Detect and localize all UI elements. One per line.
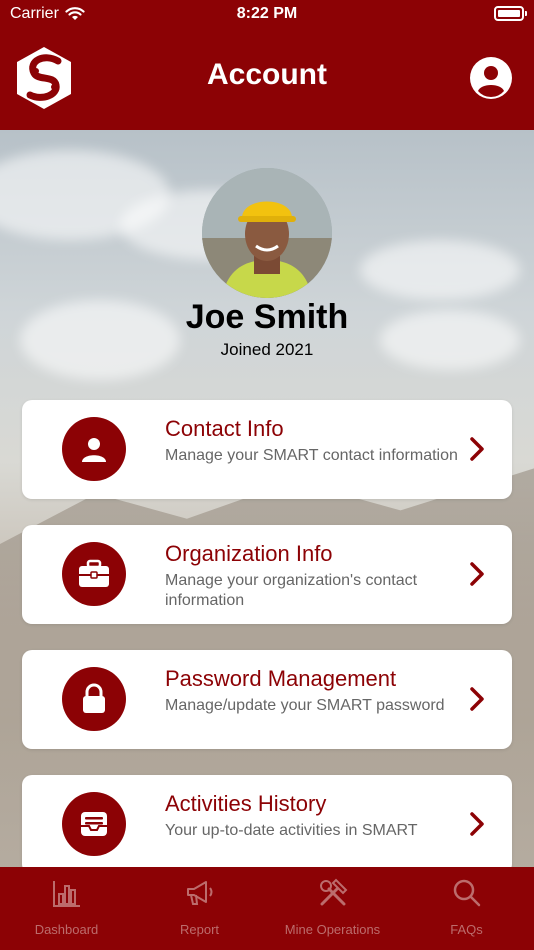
briefcase-icon <box>62 542 126 606</box>
bar-chart-icon <box>52 881 80 907</box>
chevron-right-icon <box>470 812 484 836</box>
card-title: Organization Info <box>165 541 333 566</box>
card-description: Manage your SMART contact information <box>165 447 458 464</box>
password-management-card[interactable]: Password Management Manage/update your S… <box>22 650 512 749</box>
tab-report[interactable]: Report <box>133 867 266 950</box>
profile-icon[interactable] <box>469 56 513 100</box>
battery-icon <box>494 6 527 21</box>
contact-info-card[interactable]: Contact Info Manage your SMART contact i… <box>22 400 512 499</box>
user-name: Joe Smith <box>185 298 349 336</box>
inbox-icon <box>62 792 126 856</box>
avatar-photo <box>202 168 332 298</box>
tab-label: Report <box>179 922 220 937</box>
joined-date: Joined 2021 <box>220 340 314 359</box>
tab-label: FAQs <box>450 922 483 937</box>
card-title: Activities History <box>165 791 327 816</box>
avatar <box>202 168 332 298</box>
chevron-right-icon <box>470 437 484 461</box>
user-icon <box>62 417 126 481</box>
organization-info-card[interactable]: Organization Info Manage your organizati… <box>22 525 512 624</box>
chevron-right-icon <box>470 562 484 586</box>
activities-history-card[interactable]: Activities History Your up-to-date activ… <box>22 775 512 874</box>
tab-bar: Dashboard Report Mine Operations FAQs <box>0 867 534 950</box>
tab-mine-operations[interactable]: Mine Operations <box>266 867 399 950</box>
status-bar: Carrier 8:22 PM <box>0 0 534 30</box>
megaphone-icon <box>186 881 212 905</box>
tools-icon <box>319 878 347 906</box>
status-time: 8:22 PM <box>236 5 298 22</box>
search-icon <box>453 879 480 907</box>
tab-dashboard[interactable]: Dashboard <box>0 867 133 950</box>
header-bar: Carrier 8:22 PM Account <box>0 0 534 130</box>
lock-icon <box>62 667 126 731</box>
card-title: Password Management <box>165 666 397 691</box>
card-description: Manage your organization's contact infor… <box>165 572 418 609</box>
card-title: Contact Info <box>165 416 284 441</box>
card-description: Manage/update your SMART password <box>165 697 445 714</box>
page-title: Account <box>207 58 327 91</box>
card-description: Your up-to-date activities in SMART <box>165 822 418 839</box>
tab-faqs[interactable]: FAQs <box>400 867 533 950</box>
tab-label: Mine Operations <box>284 922 381 937</box>
tab-label: Dashboard <box>34 922 99 937</box>
chevron-right-icon <box>470 687 484 711</box>
